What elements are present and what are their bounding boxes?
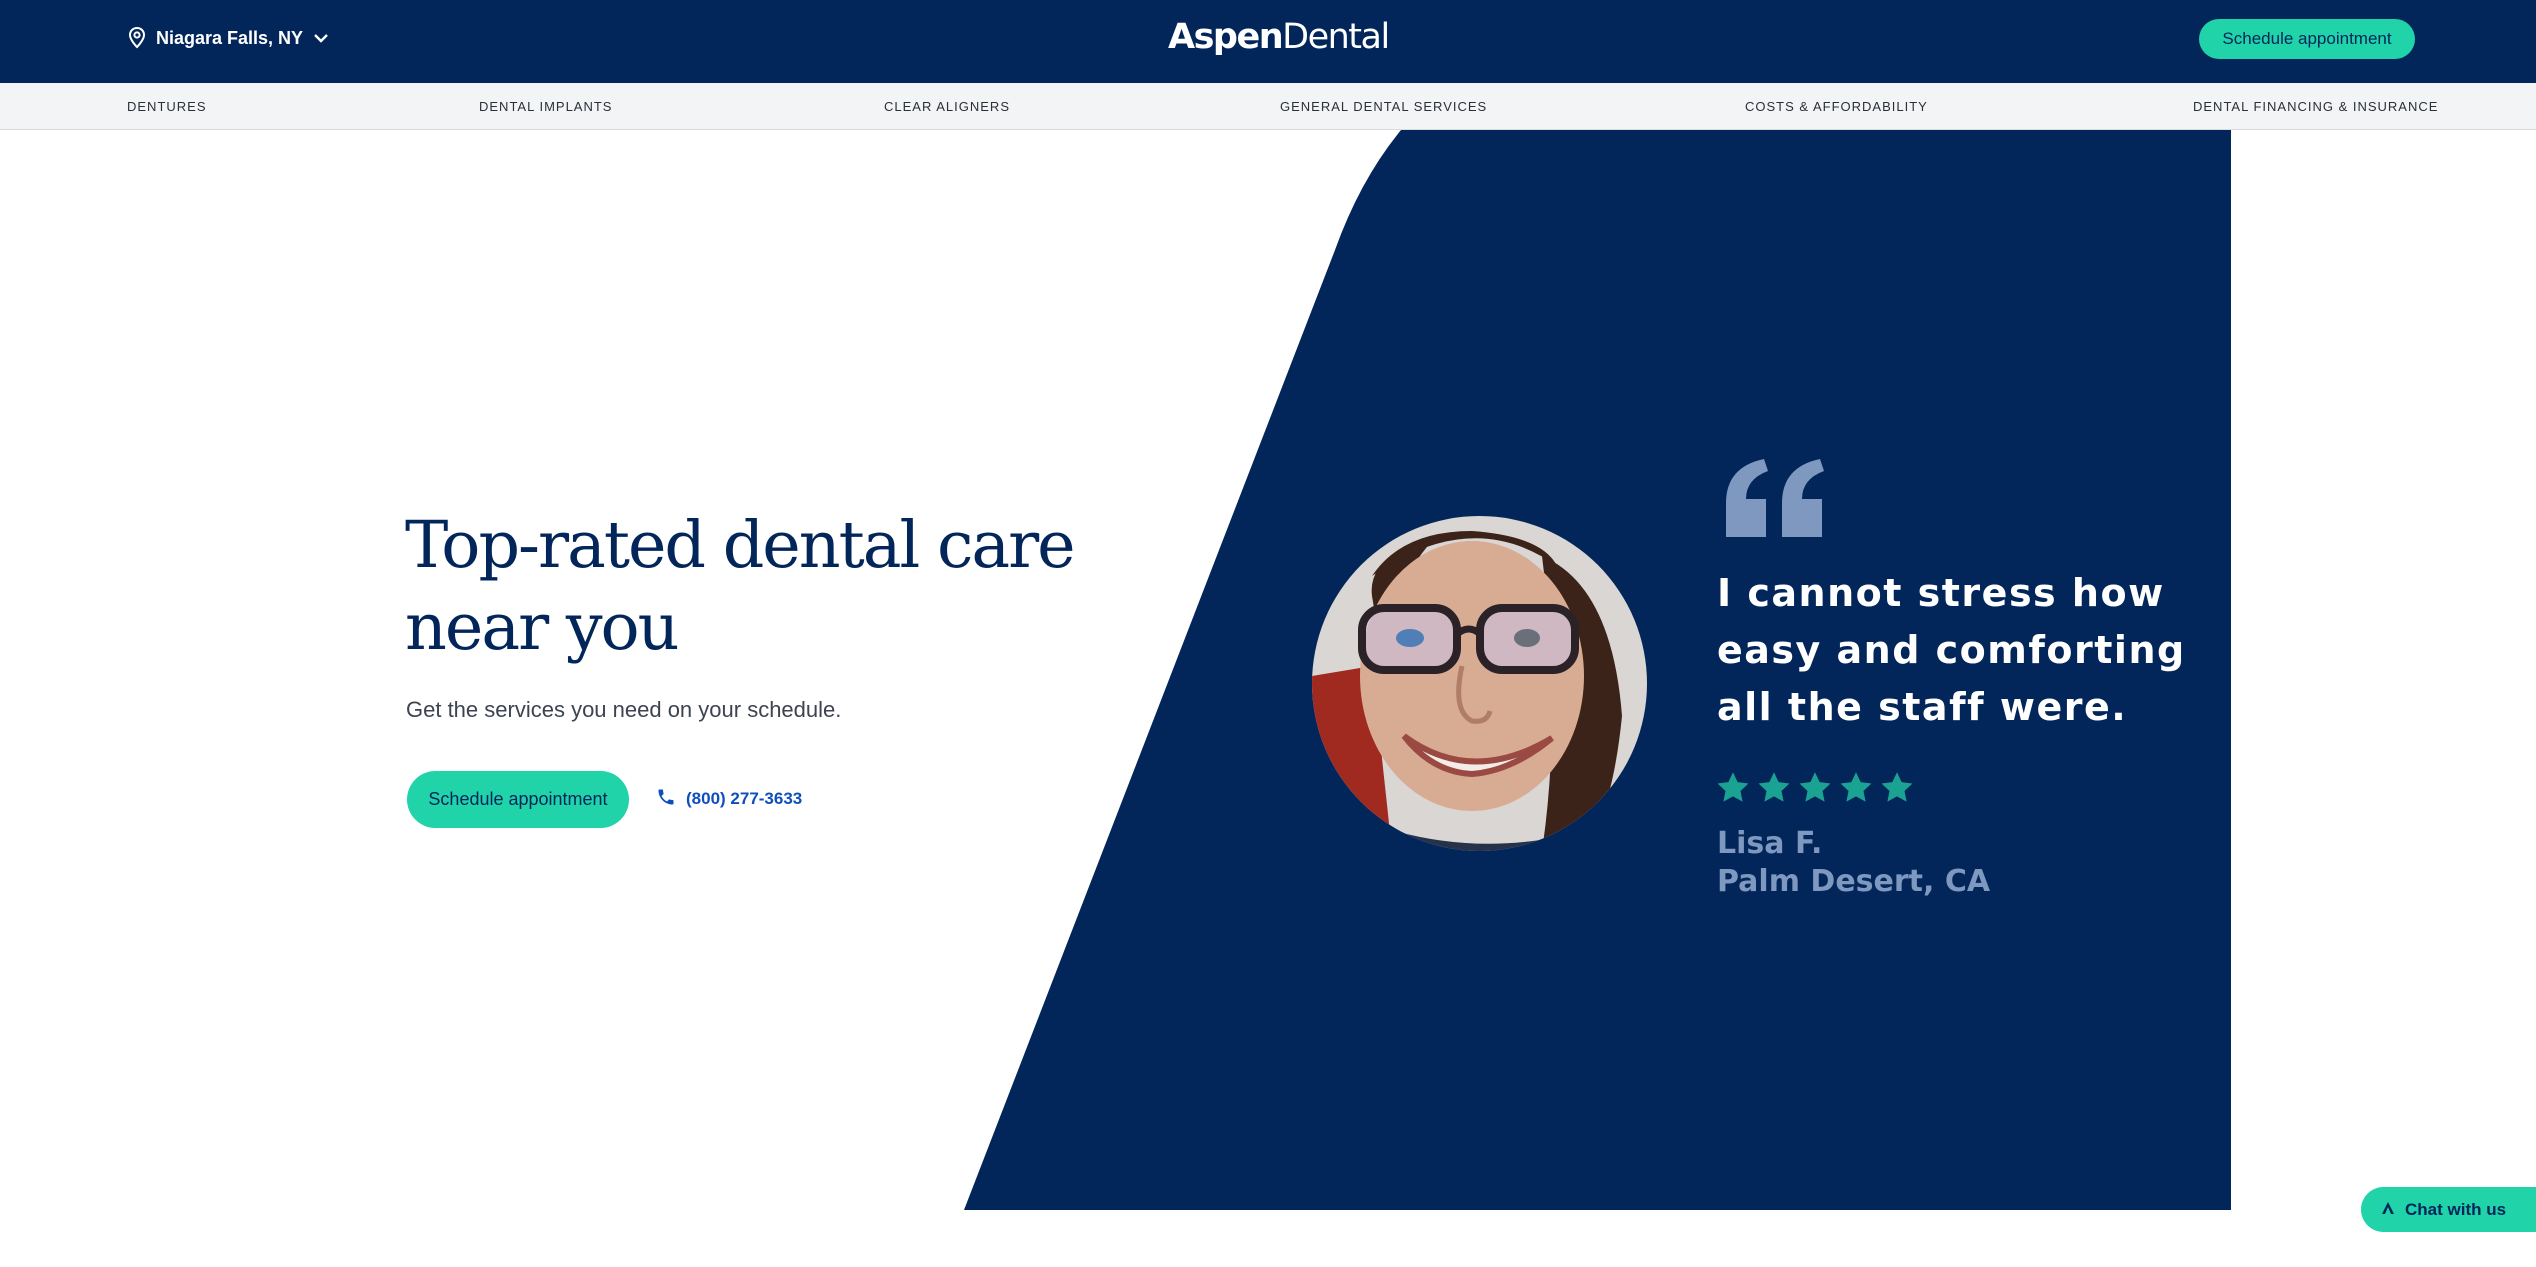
phone-number: (800) 277-3633 — [686, 789, 803, 808]
reviewer-name: Lisa F. — [1717, 826, 1823, 861]
testimonial-quote: I cannot stress how easy and comforting … — [1717, 571, 2186, 729]
star-icon — [1715, 770, 1751, 811]
logo-part-dental: Dental — [1282, 17, 1390, 57]
category-nav: DENTURES DENTAL IMPLANTS CLEAR ALIGNERS … — [0, 83, 2536, 130]
nav-item-dental-implants[interactable]: DENTAL IMPLANTS — [479, 83, 612, 130]
quote-icon — [1718, 459, 1833, 544]
chat-with-us-button[interactable]: Chat with us — [2361, 1187, 2536, 1232]
aspen-dental-logo[interactable]: Aspen Dental — [1168, 12, 1390, 62]
reviewer-info: Lisa F. Palm Desert, CA — [1717, 825, 1990, 901]
nav-item-dentures[interactable]: DENTURES — [127, 83, 207, 130]
star-icon — [1879, 770, 1915, 811]
chat-label: Chat with us — [2405, 1199, 2507, 1219]
reviewer-location: Palm Desert, CA — [1717, 864, 1991, 899]
nav-item-clear-aligners[interactable]: CLEAR ALIGNERS — [884, 83, 1010, 130]
location-selector[interactable]: Niagara Falls, NY — [128, 0, 329, 76]
chevron-down-icon — [313, 32, 329, 44]
logo-part-aspen: Aspen — [1168, 17, 1284, 57]
star-icon — [1756, 770, 1792, 811]
nav-item-costs-affordability[interactable]: COSTS & AFFORDABILITY — [1745, 83, 1928, 130]
star-icon — [1838, 770, 1874, 811]
header-schedule-button[interactable]: Schedule appointment — [2199, 19, 2415, 59]
reviewer-photo — [1312, 516, 1647, 851]
nav-item-general-dental-services[interactable]: GENERAL DENTAL SERVICES — [1280, 83, 1487, 130]
phone-link[interactable]: (800) 277-3633 — [656, 784, 802, 814]
star-icon — [1797, 770, 1833, 811]
aspen-a-icon — [2381, 1200, 2395, 1220]
hero-title: Top-rated dental care near you — [405, 508, 1076, 665]
star-rating — [1715, 770, 1915, 811]
hero-subtitle: Get the services you need on your schedu… — [406, 697, 842, 722]
top-header: Niagara Falls, NY Aspen Dental Schedule a… — [0, 0, 2536, 83]
location-label: Niagara Falls, NY — [156, 27, 304, 48]
map-pin-icon — [128, 27, 146, 49]
nav-item-dental-financing-insurance[interactable]: DENTAL FINANCING & INSURANCE — [2193, 83, 2438, 130]
phone-icon — [656, 787, 676, 812]
hero-schedule-button[interactable]: Schedule appointment — [407, 771, 629, 828]
